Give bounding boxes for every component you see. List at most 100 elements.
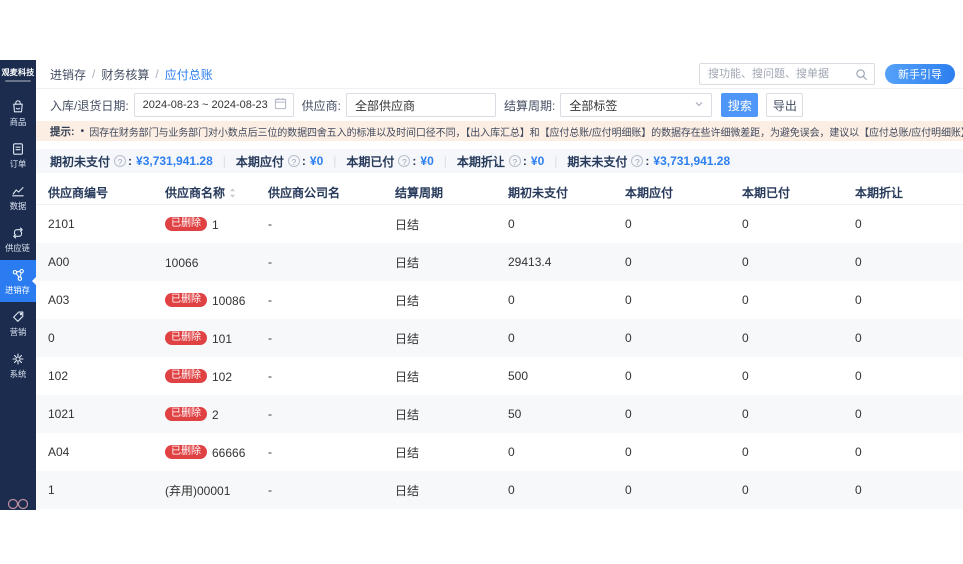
- column-header-label: 供应商公司名: [268, 184, 340, 201]
- summary-item: 本期应付?:¥0: [236, 153, 323, 170]
- table-row: 2101已删除1-日结0000: [36, 205, 963, 243]
- summary-item: 本期已付?:¥0: [346, 153, 433, 170]
- column-header: 本期应付: [613, 184, 730, 201]
- sidebar-item-进销存[interactable]: 进销存: [0, 260, 36, 302]
- period-payable-cell: 0: [613, 255, 730, 269]
- column-header: 期初未支付: [496, 184, 613, 201]
- opening-unpaid-cell: 500: [496, 369, 613, 383]
- deleted-badge: 已删除: [165, 369, 207, 383]
- summary-value: ¥3,731,941.28: [136, 154, 213, 168]
- settlement-cycle-select[interactable]: 全部标签: [560, 93, 712, 117]
- topbar: 进销存/财务核算/应付总账 新手引导: [36, 60, 963, 89]
- supplier-name: 101: [212, 331, 232, 345]
- supplier-name-cell: (弃用)00001: [153, 482, 256, 499]
- inventory-icon: [10, 267, 26, 283]
- notice-bar: 提示: • 因存在财务部门与业务部门对小数点后三位的数据四舍五入的标准以及时间口…: [36, 121, 963, 141]
- opening-unpaid-cell: 0: [496, 293, 613, 307]
- help-icon[interactable]: ?: [509, 155, 521, 167]
- sidebar-item-商品[interactable]: 商品: [0, 92, 36, 134]
- customer-service-icon[interactable]: [5, 496, 31, 510]
- table-row: A0010066-日结29413.4000: [36, 243, 963, 281]
- company-name-cell: -: [256, 255, 383, 269]
- global-search-box[interactable]: [699, 63, 875, 85]
- help-icon[interactable]: ?: [398, 155, 410, 167]
- period-payable-cell: 0: [613, 293, 730, 307]
- sidebar: 观麦科技 商品订单数据供应链进销存营销系统: [0, 60, 36, 510]
- help-icon[interactable]: ?: [288, 155, 300, 167]
- summary-separator: |: [444, 154, 447, 168]
- deleted-badge: 已删除: [165, 293, 207, 307]
- help-icon[interactable]: ?: [114, 155, 126, 167]
- sidebar-item-数据[interactable]: 数据: [0, 176, 36, 218]
- opening-unpaid-cell: 0: [496, 445, 613, 459]
- supplier-name: 66666: [212, 445, 245, 459]
- column-header: 供应商名称: [153, 184, 256, 201]
- period-paid-cell: 0: [730, 483, 843, 497]
- sidebar-item-营销[interactable]: 营销: [0, 302, 36, 344]
- notice-bullet: •: [81, 125, 85, 137]
- search-button[interactable]: 搜索: [721, 93, 758, 117]
- breadcrumb-separator: /: [92, 67, 95, 81]
- summary-item: 本期折让?:¥0: [457, 153, 544, 170]
- breadcrumb: 进销存/财务核算/应付总账: [50, 66, 213, 83]
- date-label: 入库/退货日期:: [50, 97, 129, 114]
- supplier-name: (弃用)00001: [165, 484, 230, 498]
- period-discount-cell: 0: [843, 293, 963, 307]
- supplier-name: 10066: [165, 255, 198, 269]
- summary-label: 期末未支付: [567, 153, 627, 170]
- period-paid-cell: 0: [730, 217, 843, 231]
- sidebar-item-订单[interactable]: 订单: [0, 134, 36, 176]
- supplier-name-cell: 已删除2: [153, 407, 256, 422]
- data-chart-icon: [10, 183, 26, 199]
- deleted-badge: 已删除: [165, 407, 207, 421]
- sidebar-item-label: 订单: [10, 159, 27, 168]
- supplier-code-cell: 2101: [36, 217, 153, 231]
- company-name-cell: -: [256, 407, 383, 421]
- date-range-input[interactable]: 2024-08-23 ~ 2024-08-23: [134, 93, 294, 117]
- summary-bar: 期初未支付?:¥3,731,941.28|本期应付?:¥0|本期已付?:¥0|本…: [36, 149, 963, 173]
- global-search-input[interactable]: [706, 67, 855, 81]
- summary-label: 本期应付: [236, 153, 284, 170]
- supplier-name: 102: [212, 369, 232, 383]
- period-payable-cell: 0: [613, 217, 730, 231]
- supplier-input[interactable]: 全部供应商: [346, 93, 496, 117]
- column-header: 供应商公司名: [256, 184, 383, 201]
- search-icon[interactable]: [855, 68, 868, 81]
- company-name-cell: -: [256, 483, 383, 497]
- period-payable-cell: 0: [613, 407, 730, 421]
- bag-icon: [10, 99, 26, 115]
- period-discount-cell: 0: [843, 331, 963, 345]
- help-icon[interactable]: ?: [631, 155, 643, 167]
- supplier-value: 全部供应商: [355, 97, 415, 114]
- deleted-badge: 已删除: [165, 331, 207, 345]
- date-range-value: 2024-08-23 ~ 2024-08-23: [143, 99, 268, 111]
- supplier-name: 10086: [212, 293, 245, 307]
- settlement-cycle-cell: 日结: [383, 444, 496, 461]
- summary-colon: :: [128, 154, 132, 168]
- sort-caret-icon[interactable]: [228, 187, 237, 199]
- sidebar-item-系统[interactable]: 系统: [0, 344, 36, 386]
- supplier-name-cell: 10066: [153, 255, 256, 270]
- logo: 观麦科技: [2, 67, 35, 78]
- breadcrumb-link[interactable]: 进销存: [50, 66, 86, 83]
- settlement-cycle-cell: 日结: [383, 292, 496, 309]
- column-header-label: 期初未支付: [508, 184, 568, 201]
- opening-unpaid-cell: 0: [496, 331, 613, 345]
- period-discount-cell: 0: [843, 369, 963, 383]
- supplier-code-cell: 102: [36, 369, 153, 383]
- breadcrumb-link[interactable]: 财务核算: [101, 66, 149, 83]
- supplier-label: 供应商:: [302, 97, 341, 114]
- summary-item: 期初未支付?:¥3,731,941.28: [50, 153, 213, 170]
- supplier-name-cell: 已删除66666: [153, 445, 256, 460]
- company-name-cell: -: [256, 293, 383, 307]
- supplier-name-cell: 已删除 10086: [153, 293, 256, 308]
- period-discount-cell: 0: [843, 445, 963, 459]
- company-name-cell: -: [256, 331, 383, 345]
- beginner-guide-button[interactable]: 新手引导: [885, 64, 955, 84]
- company-name-cell: -: [256, 445, 383, 459]
- sidebar-item-供应链[interactable]: 供应链: [0, 218, 36, 260]
- period-discount-cell: 0: [843, 407, 963, 421]
- export-button[interactable]: 导出: [766, 93, 803, 117]
- supplier-code-cell: A03: [36, 293, 153, 307]
- settlement-cycle-cell: 日结: [383, 482, 496, 499]
